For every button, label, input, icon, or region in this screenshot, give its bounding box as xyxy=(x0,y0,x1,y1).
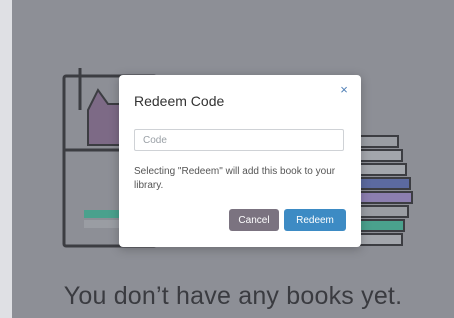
cancel-button[interactable]: Cancel xyxy=(229,209,279,231)
code-input[interactable] xyxy=(134,129,344,151)
empty-library-message: You don’t have any books yet. xyxy=(63,282,403,310)
redeem-code-dialog: Redeem Code × Selecting "Redeem" will ad… xyxy=(119,75,361,247)
dialog-title: Redeem Code xyxy=(134,93,225,109)
dialog-description: Selecting "Redeem" will add this book to… xyxy=(134,166,336,191)
redeem-button[interactable]: Redeem xyxy=(284,209,346,231)
app-frame: You don’t have any books yet. Redeem Cod… xyxy=(0,0,454,318)
close-icon[interactable]: × xyxy=(337,83,351,97)
